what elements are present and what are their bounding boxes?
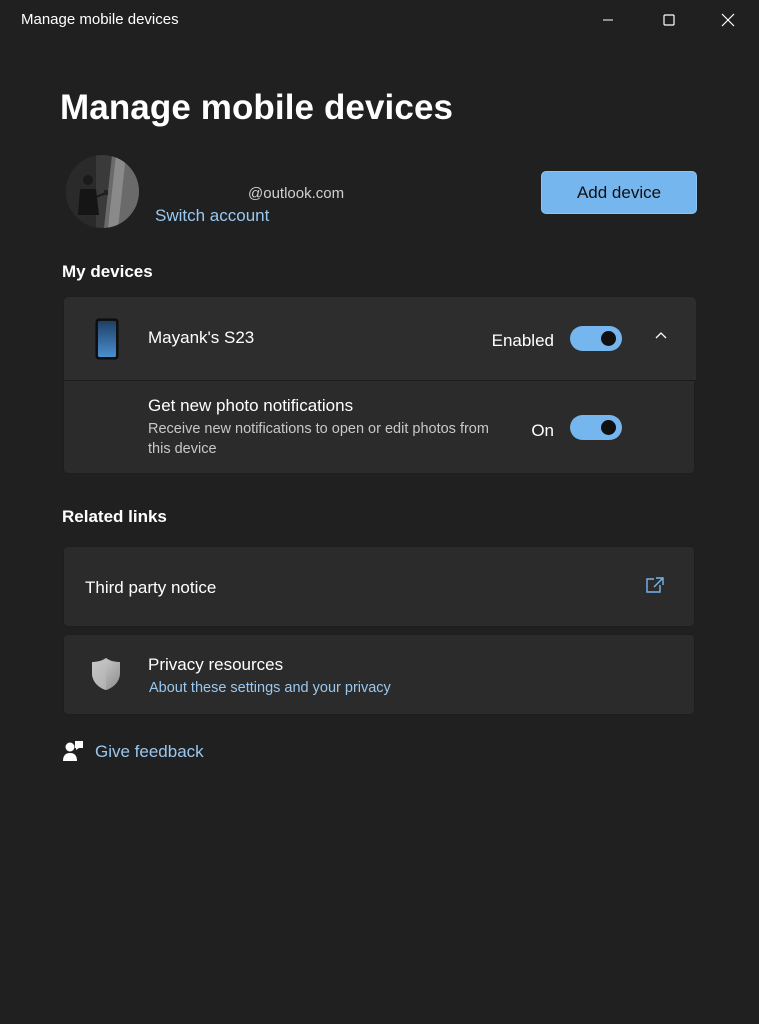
photo-notifications-toggle[interactable] — [570, 415, 622, 440]
toggle-knob — [601, 331, 616, 346]
device-name: Mayank's S23 — [148, 328, 255, 347]
toggle-knob — [601, 420, 616, 435]
page-title: Manage mobile devices — [60, 88, 454, 127]
maximize-button[interactable] — [646, 0, 692, 40]
external-link-icon — [646, 577, 664, 593]
privacy-resources-card: Privacy resources About these settings a… — [63, 634, 695, 715]
minimize-icon — [603, 19, 613, 21]
give-feedback-link[interactable]: Give feedback — [95, 742, 204, 762]
device-status-label: Enabled — [491, 331, 554, 350]
device-enabled-toggle[interactable] — [570, 326, 622, 351]
close-icon — [721, 13, 735, 27]
feedback-icon — [63, 741, 83, 761]
minimize-button[interactable] — [585, 0, 631, 40]
title-bar: Manage mobile devices — [0, 0, 759, 40]
maximize-icon — [663, 14, 675, 26]
add-device-button[interactable]: Add device — [541, 171, 697, 214]
device-row[interactable]: Mayank's S23 Enabled — [64, 297, 696, 381]
switch-account-link[interactable]: Switch account — [155, 206, 269, 226]
shield-icon — [92, 658, 120, 690]
third-party-notice-link[interactable]: Third party notice — [63, 546, 695, 627]
third-party-notice-label: Third party notice — [85, 578, 217, 597]
device-card: Mayank's S23 Enabled Get new photo notif… — [63, 296, 696, 474]
close-button[interactable] — [705, 0, 751, 40]
window-title: Manage mobile devices — [21, 11, 179, 28]
my-devices-heading: My devices — [62, 262, 153, 281]
chevron-up-icon[interactable] — [654, 331, 668, 341]
account-email: @outlook.com — [248, 185, 345, 202]
phone-icon — [95, 318, 119, 360]
privacy-resources-title: Privacy resources — [148, 655, 284, 674]
photo-notifications-description: Receive new notifications to open or edi… — [148, 421, 489, 457]
privacy-settings-link[interactable]: About these settings and your privacy — [149, 680, 391, 696]
related-links-heading: Related links — [62, 507, 167, 526]
photo-notifications-status-label: On — [531, 421, 554, 440]
photo-notifications-title: Get new photo notifications — [148, 396, 354, 415]
avatar — [66, 155, 139, 228]
